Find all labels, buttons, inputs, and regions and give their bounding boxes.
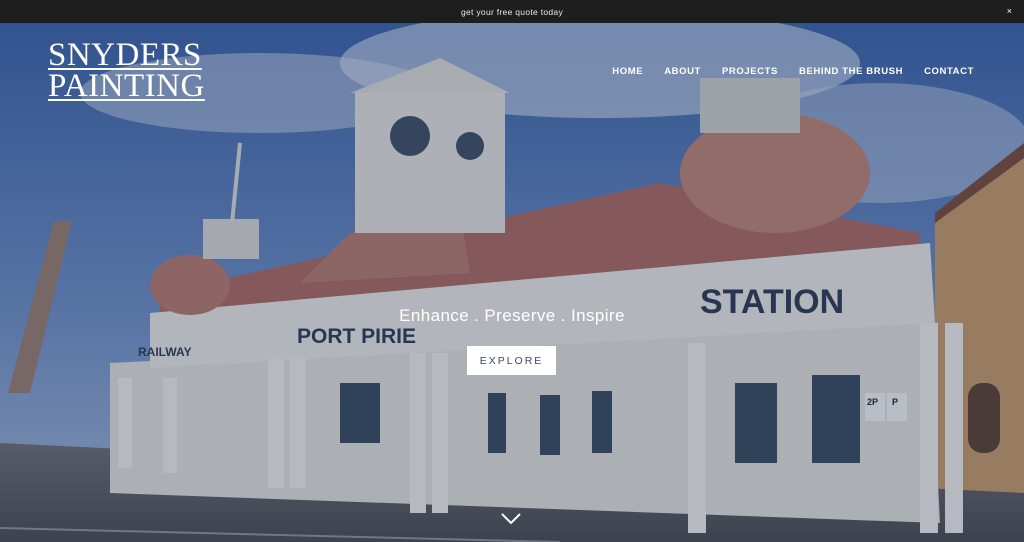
explore-button[interactable]: EXPLORE [467, 346, 556, 375]
nav-home[interactable]: HOME [612, 66, 643, 77]
hero-tagline: Enhance . Preserve . Inspire [399, 306, 625, 325]
nav-behind-the-brush[interactable]: BEHIND THE BRUSH [799, 66, 903, 77]
chevron-down-icon[interactable] [500, 512, 522, 526]
nav-about[interactable]: ABOUT [664, 66, 701, 77]
main-nav: HOME ABOUT PROJECTS BEHIND THE BRUSH CON… [612, 66, 974, 77]
logo-line-1: SNYDERS [48, 37, 202, 73]
hero-section: STATION PORT PIRIE RAILWAY 2P P SNYDERS … [0, 23, 1024, 542]
logo-line-2: PAINTING [48, 68, 205, 104]
nav-contact[interactable]: CONTACT [924, 66, 974, 77]
announcement-bar: get your free quote today × [0, 0, 1024, 23]
nav-projects[interactable]: PROJECTS [722, 66, 778, 77]
site-logo[interactable]: SNYDERS PAINTING [48, 37, 205, 104]
announcement-text[interactable]: get your free quote today [461, 7, 563, 17]
close-icon[interactable]: × [1003, 5, 1016, 18]
